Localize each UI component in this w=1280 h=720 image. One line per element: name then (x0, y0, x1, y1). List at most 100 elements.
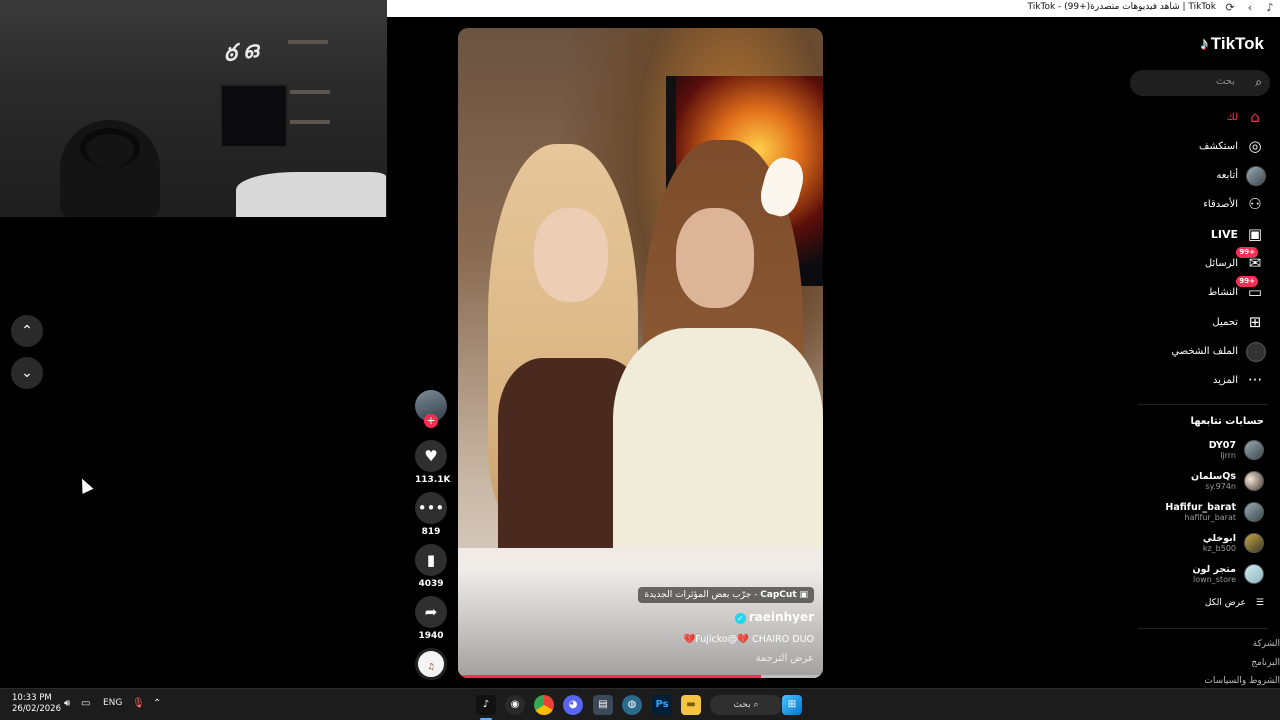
bookmark-icon[interactable]: ▮ (415, 544, 447, 576)
chevron-up-icon: ⌃ (21, 323, 33, 339)
upload-plus-icon: ⊞ (1248, 313, 1262, 331)
menu-item-following[interactable]: أتابعه (1216, 165, 1266, 186)
account-username: kz_b500 (1202, 544, 1236, 553)
divider (1138, 628, 1268, 629)
like-action[interactable]: ♥ 113.1K (415, 440, 451, 485)
video-player[interactable]: ▣ CapCut - جرّب بعض المؤثرات الجديدة ✓ ra… (458, 28, 823, 678)
account-avatar (1244, 440, 1264, 460)
menu-label: الرسائل (1204, 257, 1238, 269)
menu-item-activity[interactable]: ▭ 99+ النشاط (1207, 276, 1264, 302)
footer-link-terms[interactable]: الشروط والسياسات (1204, 676, 1280, 686)
following-account[interactable]: DY07 ljrrn (1209, 438, 1264, 462)
like-count: 113.1K (415, 475, 451, 485)
account-display-name: Hafifur_barat (1165, 502, 1236, 513)
tiktok-logo[interactable]: ♪ TikTok (1200, 34, 1264, 54)
app-window-icon[interactable]: ▤ (593, 695, 613, 715)
file-explorer-icon[interactable]: ▬ (681, 695, 701, 715)
follow-plus-icon[interactable]: + (424, 414, 438, 428)
effect-text: جرّب بعض المؤثرات الجديدة (644, 590, 752, 600)
menu-label: النشاط (1207, 286, 1238, 298)
following-account[interactable]: سلمانQs sy.974n (1191, 469, 1264, 493)
menu-label: الملف الشخصي (1171, 345, 1238, 357)
menu-item-for-you[interactable]: ⌂ لك (1227, 107, 1264, 127)
refresh-icon[interactable]: ⟳ (1224, 2, 1236, 14)
see-all-label: عرض الكل (1204, 598, 1246, 608)
divider (1138, 404, 1268, 405)
sidebar: ♪ TikTok بحث ⌕ ⌂ لك ◎ استكشف أتابعه ⚇ الأ… (1130, 28, 1280, 690)
messages-icon: ✉ 99+ (1236, 247, 1264, 272)
menu-label: الأصدقاء (1203, 198, 1238, 210)
live-icon: ▣ (1247, 225, 1263, 243)
following-account[interactable]: متجر لون lown_store (1193, 562, 1264, 586)
see-translation-link[interactable]: عرض الترجمة (756, 653, 814, 664)
following-accounts-title: حسابات تتابعها (1190, 416, 1264, 427)
browser-titlebar: TikTok | شاهد فيديوهات متصدرة(+99) - Tik… (387, 0, 1280, 17)
following-account[interactable]: ابوخلي kz_b500 (1203, 531, 1264, 555)
account-display-name: DY07 (1208, 440, 1236, 451)
save-action[interactable]: ▮ 4039 (415, 544, 447, 589)
globe-app-icon[interactable]: ◍ (622, 695, 642, 715)
account-avatar (1244, 533, 1264, 553)
menu-item-upload[interactable]: ⊞ تحميل (1212, 312, 1264, 332)
account-avatar (1244, 471, 1264, 491)
network-icon[interactable]: ▭ (81, 698, 90, 709)
share-action[interactable]: ➦ 1940 (415, 596, 447, 641)
back-icon[interactable]: ‹ (1244, 2, 1256, 14)
mouse-cursor-icon (76, 476, 94, 494)
music-disc-icon[interactable]: ♫ (415, 648, 447, 680)
menu-item-explore[interactable]: ◎ استكشف (1199, 136, 1264, 156)
account-username: lown_store (1193, 575, 1236, 584)
footer-link-company[interactable]: الشركة (1253, 639, 1280, 649)
following-account[interactable]: Hafifur_barat hafifur_barat (1165, 500, 1264, 524)
webcam-overlay: ఠ ഒ (0, 0, 387, 217)
webcam-monitor (220, 84, 288, 148)
effect-chip[interactable]: ▣ CapCut - جرّب بعض المؤثرات الجديدة (638, 587, 814, 603)
footer-link-program[interactable]: البرنامج (1251, 658, 1280, 668)
menu-item-messages[interactable]: ✉ 99+ الرسائل (1204, 247, 1264, 273)
share-icon[interactable]: ➦ (415, 596, 447, 628)
friends-icon: ⚇ (1248, 195, 1262, 213)
windows-start-icon[interactable]: ⊞ (782, 695, 802, 715)
account-display-name: متجر لون (1192, 564, 1236, 575)
author-name: raeinhyer (748, 610, 814, 624)
taskbar: 10:33 PM 26/02/2026 🔊︎ ▭ ENG 🎙︎ ⌃ ♪ ◉ ◕ … (0, 688, 1280, 720)
microphone-icon[interactable]: 🎙︎ (132, 698, 145, 709)
photoshop-app-icon[interactable]: Ps (652, 695, 672, 715)
tiktok-app-icon[interactable]: ♪ (476, 695, 496, 715)
taskbar-search[interactable]: ⌕ بحث (710, 695, 782, 715)
previous-video-button[interactable]: ⌃ (11, 315, 43, 347)
page-title: TikTok | شاهد فيديوهات متصدرة(+99) - Tik… (1027, 2, 1216, 12)
menu-label: المزيد (1212, 374, 1238, 386)
search-icon[interactable]: ⌕ (1255, 75, 1262, 90)
next-video-button[interactable]: ⌄ (11, 357, 43, 389)
discord-app-icon[interactable]: ◕ (563, 695, 583, 715)
language-indicator[interactable]: ENG (103, 698, 122, 708)
chevron-down-icon: ⌄ (21, 365, 33, 381)
list-icon: ☰ (1255, 598, 1264, 608)
search-placeholder: بحث (1215, 76, 1235, 87)
obs-app-icon[interactable]: ◉ (505, 695, 525, 715)
menu-item-live[interactable]: ▣ LIVE (1211, 224, 1264, 244)
chrome-app-icon[interactable] (534, 695, 554, 715)
taskbar-clock[interactable]: 10:33 PM 26/02/2026 (12, 693, 61, 715)
account-username: hafifur_barat (1184, 513, 1237, 522)
comment-action[interactable]: ••• 819 (415, 492, 447, 537)
music-disc-button[interactable]: ♫ (415, 648, 447, 680)
volume-icon[interactable]: 🔊︎ (64, 698, 70, 709)
video-author[interactable]: ✓ raeinhyer (734, 610, 814, 624)
search-input[interactable]: بحث ⌕ (1130, 70, 1270, 96)
creator-avatar-button[interactable]: + (415, 390, 447, 428)
menu-item-friends[interactable]: ⚇ الأصدقاء (1203, 194, 1264, 214)
chevron-up-icon[interactable]: ⌃ (153, 698, 161, 709)
comment-icon[interactable]: ••• (415, 492, 447, 524)
menu-label: تحميل (1212, 316, 1238, 328)
logo-text: TikTok (1210, 34, 1264, 53)
see-all-button[interactable]: ☰ عرض الكل (1205, 598, 1264, 608)
heart-icon[interactable]: ♥ (415, 440, 447, 472)
menu-item-more[interactable]: ··· المزيد (1213, 370, 1264, 390)
menu-item-profile[interactable]: الملف الشخصي (1171, 341, 1266, 362)
capcut-icon: ▣ (796, 590, 808, 600)
activity-icon: ▭ 99+ (1236, 276, 1264, 301)
home-icon: ⌂ (1250, 108, 1260, 126)
menu-label: لك (1226, 111, 1238, 123)
